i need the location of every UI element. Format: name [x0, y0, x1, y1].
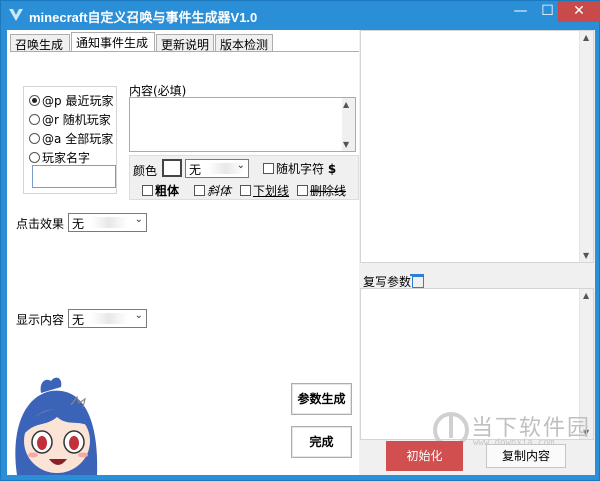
close-button[interactable]: ✕ — [558, 1, 600, 22]
click-effect-label: 点击效果 — [16, 217, 65, 231]
random-char-checkbox[interactable]: 随机字符 $ — [263, 160, 336, 177]
color-label: 颜色 — [133, 164, 158, 178]
click-effect-select[interactable]: 无 ⌄ — [68, 213, 147, 232]
format-options: 颜色 无 ⌄ 随机字符 $ 粗体 斜体 下划线 删除线 — [129, 155, 359, 200]
select-fade — [91, 313, 127, 324]
generate-params-button[interactable]: 参数生成 — [291, 383, 352, 415]
target-selector-group: @p 最近玩家 @r 随机玩家 @a 全部玩家 玩家名字 — [23, 86, 117, 194]
checkbox-box[interactable] — [240, 185, 251, 196]
select-fade — [91, 217, 127, 228]
display-content-select[interactable]: 无 ⌄ — [68, 309, 147, 328]
tab-version-check[interactable]: 版本检测 — [215, 34, 273, 52]
strikethrough-checkbox[interactable]: 删除线 — [297, 182, 346, 199]
app-logo-icon — [9, 9, 23, 21]
radio-label: 全部玩家 — [65, 132, 114, 146]
chevron-down-icon: ⌄ — [134, 310, 143, 321]
bold-checkbox[interactable]: 粗体 — [142, 182, 179, 199]
underline-label: 下划线 — [253, 184, 290, 198]
strikethrough-label: 删除线 — [310, 184, 347, 198]
random-char-label: 随机字符 — [276, 162, 325, 176]
color-swatch[interactable] — [162, 159, 182, 177]
window-title: minecraft自定义召唤与事件生成器V1.0 — [29, 10, 258, 25]
scroll-up-icon[interactable]: ▲ — [343, 100, 349, 109]
italic-checkbox[interactable]: 斜体 — [194, 182, 231, 199]
click-effect-value: 无 — [72, 217, 85, 231]
command-output-area[interactable]: ▲ ▼ — [360, 30, 594, 263]
chevron-down-icon: ⌄ — [236, 160, 245, 171]
radio-indicator[interactable] — [29, 114, 40, 125]
content-textarea[interactable]: ▲ ▼ — [129, 97, 356, 152]
copy-content-button[interactable]: 复制内容 — [486, 444, 566, 468]
radio-indicator[interactable] — [29, 152, 40, 163]
display-content-label: 显示内容 — [16, 313, 65, 327]
maximize-button[interactable]: ☐ — [534, 1, 561, 22]
color-select-value: 无 — [189, 163, 202, 177]
italic-label: 斜体 — [207, 184, 232, 198]
bold-label: 粗体 — [155, 184, 180, 198]
radio-label: 玩家名字 — [42, 151, 91, 165]
scroll-down-icon[interactable]: ▼ — [343, 140, 349, 149]
checkbox-box[interactable] — [142, 185, 153, 196]
radio-indicator[interactable] — [29, 95, 40, 106]
done-button[interactable]: 完成 — [291, 426, 352, 458]
scroll-down-icon[interactable]: ▼ — [583, 251, 589, 260]
scroll-up-icon[interactable]: ▲ — [583, 291, 589, 300]
radio-random-player[interactable]: @r 随机玩家 — [29, 111, 111, 127]
client-area: 召唤生成 通知事件生成 更新说明 版本检测 @p 最近玩家 @r 随机玩家 @a… — [7, 30, 595, 475]
radio-all-players[interactable]: @a 全部玩家 — [29, 130, 113, 146]
radio-label: 随机玩家 — [62, 113, 111, 127]
underline-checkbox[interactable]: 下划线 — [240, 182, 289, 199]
left-panel: 召唤生成 通知事件生成 更新说明 版本检测 @p 最近玩家 @r 随机玩家 @a… — [7, 30, 359, 475]
tab-update-notes[interactable]: 更新说明 — [156, 34, 214, 52]
radio-label: 最近玩家 — [65, 94, 114, 108]
checkbox-box[interactable] — [194, 185, 205, 196]
right-panel: ▲ ▼ 复写参数 ▲ ▼ 当下软件园 www.downxia.com 初始化 复… — [359, 30, 595, 475]
rewrite-label-text: 复写参数 — [363, 275, 412, 289]
scroll-up-icon[interactable]: ▲ — [583, 33, 589, 42]
display-content-value: 无 — [72, 313, 85, 327]
mascot-image — [15, 377, 98, 475]
radio-player-name[interactable]: 玩家名字 — [29, 149, 90, 165]
chevron-down-icon: ⌄ — [134, 214, 143, 225]
radio-code: @a — [42, 132, 62, 146]
trash-icon[interactable] — [410, 274, 425, 288]
minimize-button[interactable]: — — [507, 1, 534, 22]
tab-summon[interactable]: 召唤生成 — [10, 34, 70, 52]
radio-nearest-player[interactable]: @p 最近玩家 — [29, 92, 113, 108]
dollar-icon: $ — [327, 162, 337, 176]
initialize-button[interactable]: 初始化 — [386, 441, 463, 471]
content-scrollbar[interactable]: ▲ ▼ — [342, 98, 355, 151]
output-scrollbar[interactable]: ▲ ▼ — [579, 31, 593, 262]
color-select[interactable]: 无 ⌄ — [185, 159, 249, 178]
player-name-input[interactable] — [32, 165, 116, 188]
tab-notify-event[interactable]: 通知事件生成 — [71, 32, 155, 53]
radio-indicator[interactable] — [29, 133, 40, 144]
title-bar: minecraft自定义召唤与事件生成器V1.0 — ☐ ✕ — [1, 1, 600, 30]
checkbox-box[interactable] — [297, 185, 308, 196]
app-window: minecraft自定义召唤与事件生成器V1.0 — ☐ ✕ 召唤生成 通知事件… — [0, 0, 600, 481]
checkbox-box[interactable] — [263, 163, 274, 174]
radio-code: @p — [42, 94, 62, 108]
radio-code: @r — [42, 113, 59, 127]
